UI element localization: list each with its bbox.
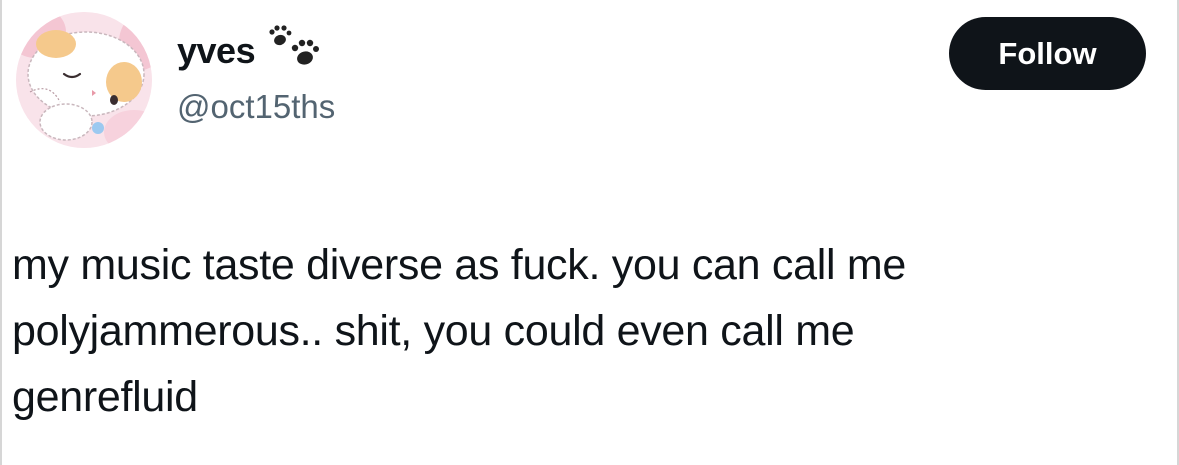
kitten-avatar-icon — [16, 12, 152, 148]
author-handle[interactable]: @oct15ths — [177, 88, 335, 126]
author-display-name[interactable]: yves — [177, 30, 256, 72]
avatar[interactable] — [16, 12, 152, 148]
tweet-text-line: genrefluid — [12, 373, 198, 421]
tweet-text-line: my music taste diverse as fuck. you can … — [12, 241, 907, 289]
follow-button[interactable]: Follow — [949, 17, 1146, 90]
paw-prints-icon — [267, 22, 325, 72]
tweet-card: yves @oct15ths Follow my music taste div… — [0, 0, 1179, 465]
author-name-row[interactable]: yves — [177, 25, 325, 76]
tweet-text: my music taste diverse as fuck. you can … — [12, 232, 1162, 430]
tweet-text-line: polyjammerous.. shit, you could even cal… — [12, 307, 855, 355]
